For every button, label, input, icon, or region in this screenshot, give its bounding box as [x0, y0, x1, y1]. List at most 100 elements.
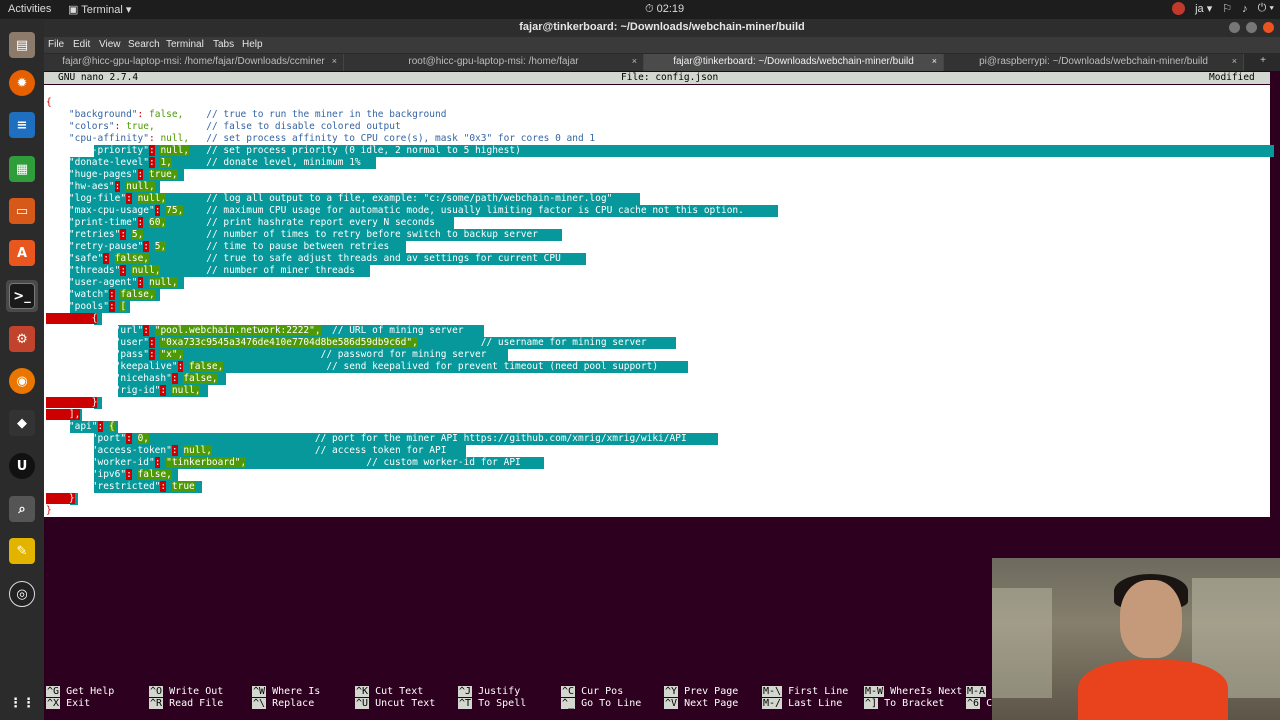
top-bar: Activities ▣ Terminal ▾ ⏱ 02:19 ja ▾ ⚐ ♪… — [0, 0, 1280, 19]
clock[interactable]: ⏱ 02:19 — [645, 3, 684, 16]
shortcut-prev-page[interactable]: ^Y Prev Page — [664, 686, 738, 698]
editor-line: "port": 0, // port for the miner API htt… — [91, 433, 687, 444]
tab-close-icon[interactable]: × — [632, 56, 637, 66]
editor-line: "max-cpu-usage": 75, // maximum CPU usag… — [68, 205, 744, 216]
nano-editor[interactable]: { "background": false, // true to run th… — [44, 85, 1274, 517]
shortcut-key: M-/ — [762, 698, 783, 709]
shortcut-key: M-W — [864, 686, 885, 697]
editor-icon[interactable]: ✎ — [6, 535, 38, 567]
calc-icon[interactable]: ▦ — [6, 153, 38, 185]
shortcut-key: M-\ — [762, 686, 783, 697]
menu-file[interactable]: File — [48, 39, 64, 50]
shortcut-key: ^R — [149, 698, 164, 709]
menu-tabs[interactable]: Tabs — [213, 39, 234, 50]
maximize-button[interactable] — [1246, 22, 1257, 33]
system-tray: ja ▾ ⚐ ♪ ⏻ ▾ — [1172, 2, 1274, 15]
shortcut-label: Replace — [266, 698, 315, 709]
shortcut-write-out[interactable]: ^O Write Out — [149, 686, 223, 698]
apps-grid-icon[interactable]: ⋮⋮ — [6, 687, 38, 719]
shortcut-first-line[interactable]: M-\ First Line — [762, 686, 848, 698]
shortcut-label: To Spell — [472, 698, 527, 709]
editor-line: "keepalive": false, // send keepalived f… — [114, 361, 659, 372]
new-tab-button[interactable]: + — [1260, 55, 1266, 66]
tab-close-icon[interactable]: × — [332, 56, 337, 66]
editor-line: "log-file": null, // log all output to a… — [68, 193, 613, 204]
settings-icon[interactable]: ⚙ — [6, 323, 38, 355]
editor-line: "ipv6": false, — [91, 469, 172, 480]
menu-edit[interactable]: Edit — [73, 39, 90, 50]
shortcut-key: ^\ — [252, 698, 267, 709]
obs-icon[interactable]: ◎ — [6, 578, 38, 610]
tab-root[interactable]: root@hicc-gpu-laptop-msi: /home/fajar × — [344, 54, 644, 71]
network-icon[interactable]: ⚐ — [1222, 2, 1232, 15]
user-avatar-icon[interactable] — [1172, 2, 1186, 15]
editor-line: { — [46, 97, 52, 108]
editor-line: "threads": null, // number of miner thre… — [68, 265, 355, 276]
tab-tinkerboard[interactable]: fajar@tinkerboard: ~/Downloads/webchain-… — [644, 54, 944, 71]
shortcut-where-is[interactable]: ^W Where Is — [252, 686, 320, 698]
shortcut-exit[interactable]: ^X Exit — [46, 698, 90, 710]
shortcut-whereis-next[interactable]: M-W WhereIs Next — [864, 686, 962, 698]
shortcut-cut-text[interactable]: ^K Cut Text — [355, 686, 423, 698]
power-icon[interactable]: ⏻ ▾ — [1258, 2, 1274, 15]
shortcut-key: ^C — [561, 686, 576, 697]
shortcut-key: ^] — [864, 698, 879, 709]
close-button[interactable] — [1263, 22, 1274, 33]
editor-line: "access-token": null, // access token fo… — [91, 445, 447, 456]
shortcut-next-page[interactable]: ^V Next Page — [664, 698, 738, 710]
shortcut-cur-pos[interactable]: ^C Cur Pos — [561, 686, 623, 698]
menu-search[interactable]: Search — [128, 39, 160, 50]
unity-icon[interactable]: ◆ — [6, 407, 38, 439]
software-icon[interactable]: A — [6, 237, 38, 269]
editor-line: "hw-aes": null, — [68, 181, 155, 192]
window-titlebar[interactable]: fajar@tinkerboard: ~/Downloads/webchain-… — [44, 19, 1280, 37]
shortcut-read-file[interactable]: ^R Read File — [149, 698, 223, 710]
minimize-button[interactable] — [1229, 22, 1240, 33]
shortcut-label: Go To Line — [575, 698, 642, 709]
language-indicator[interactable]: ja ▾ — [1195, 2, 1212, 15]
editor-line: "cpu-priority": null, // set process pri… — [68, 145, 521, 156]
menu-help[interactable]: Help — [242, 39, 263, 50]
tab-raspberrypi[interactable]: pi@raspberrypi: ~/Downloads/webchain-min… — [944, 54, 1244, 71]
shortcut-uncut-text[interactable]: ^U Uncut Text — [355, 698, 435, 710]
firefox-icon[interactable]: ✹ — [6, 67, 38, 99]
activities-button[interactable]: Activities — [8, 3, 51, 15]
files-icon[interactable]: ▤ — [6, 29, 38, 61]
volume-icon[interactable]: ♪ — [1242, 3, 1248, 15]
impress-icon[interactable]: ▭ — [6, 195, 38, 227]
app-menu[interactable]: ▣ Terminal ▾ — [68, 3, 131, 16]
search-icon[interactable]: ⌕ — [6, 493, 38, 525]
shortcut-to-bracket[interactable]: ^] To Bracket — [864, 698, 944, 710]
shortcut-key: ^G — [46, 686, 61, 697]
editor-line: "restricted": true — [91, 481, 195, 492]
menu-terminal[interactable]: Terminal — [166, 39, 204, 50]
shortcut-label: C — [980, 698, 993, 709]
shortcut-label: Write Out — [163, 686, 224, 697]
shortcut-get-help[interactable]: ^G Get Help — [46, 686, 114, 698]
tab-ccminer[interactable]: fajar@hicc-gpu-laptop-msi: /home/fajar/D… — [44, 54, 344, 71]
editor-line: "huge-pages": true, — [68, 169, 178, 180]
editor-line: "watch": false, — [68, 289, 155, 300]
shortcut-key: ^Y — [664, 686, 679, 697]
editor-line: "pass": "x", // password for mining serv… — [114, 349, 487, 360]
writer-icon[interactable]: ≡ — [6, 109, 38, 141]
blender-icon[interactable]: ◉ — [6, 365, 38, 397]
editor-line: "api": { — [68, 421, 115, 432]
shortcut-label: Prev Page — [678, 686, 739, 697]
shortcut-replace[interactable]: ^\ Replace — [252, 698, 314, 710]
terminal-icon[interactable]: >_ — [6, 280, 38, 312]
shortcut-justify[interactable]: ^J Justify — [458, 686, 520, 698]
tab-label: fajar@hicc-gpu-laptop-msi: /home/fajar/D… — [62, 56, 325, 67]
menu-view[interactable]: View — [99, 39, 121, 50]
unreal-icon[interactable]: U — [6, 450, 38, 482]
alarm-icon: ⏱ — [645, 3, 657, 15]
tab-close-icon[interactable]: × — [1232, 56, 1237, 66]
shortcut-to-spell[interactable]: ^T To Spell — [458, 698, 526, 710]
shortcut-key: ^X — [46, 698, 61, 709]
shortcut-c[interactable]: ^6 C — [966, 698, 992, 710]
shortcut-last-line[interactable]: M-/ Last Line — [762, 698, 842, 710]
editor-line: ], — [46, 409, 81, 420]
shortcut-go-to-line[interactable]: ^_ Go To Line — [561, 698, 641, 710]
tab-close-icon[interactable]: × — [932, 56, 937, 66]
editor-line: "background": false, // true to run the … — [68, 109, 447, 120]
